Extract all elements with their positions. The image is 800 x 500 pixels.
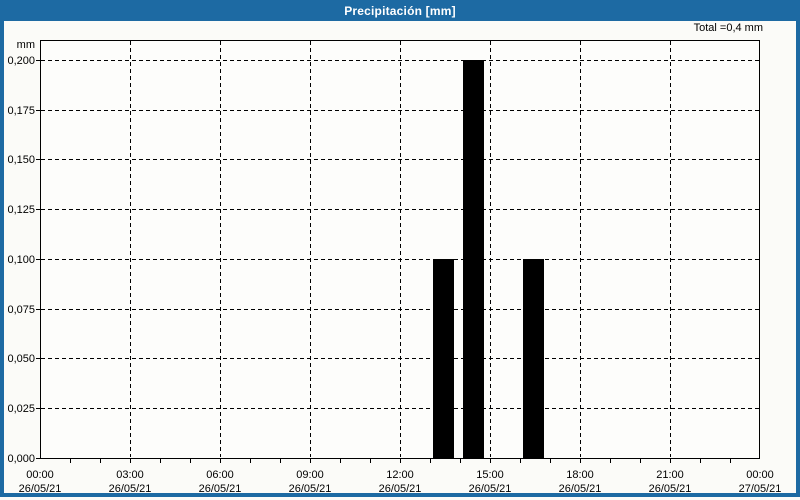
y-tick-label: 0,000: [7, 453, 35, 465]
y-tick-label: 0,175: [7, 105, 35, 117]
precipitation-chart-window: 0,000 0,025 0,050 0,075 0,100 0,125 0,150 0,175…: [0, 0, 800, 500]
titlebar: Precipitación [mm]: [0, 0, 800, 21]
x-tick-time-label: 09:00: [296, 469, 324, 481]
x-tick-time-label: 18:00: [566, 469, 594, 481]
chart-title: Precipitación [mm]: [344, 3, 456, 18]
x-tick-time-label: 21:00: [656, 469, 684, 481]
precipitation-bar: [463, 60, 484, 458]
y-tick-label: 0,025: [7, 403, 35, 415]
plot-background: [40, 40, 760, 458]
window-frame-left: [0, 21, 4, 497]
window-frame-right: [796, 21, 800, 497]
y-tick-label: 0,100: [7, 254, 35, 266]
total-label: Total =0,4 mm: [693, 22, 763, 34]
window-frame-bottom: [0, 493, 800, 497]
precipitation-bar: [523, 259, 544, 458]
x-tick-time-label: 00:00: [746, 469, 774, 481]
x-tick-time-label: 12:00: [386, 469, 414, 481]
x-tick-time-label: 03:00: [116, 469, 144, 481]
y-tick-label: 0,075: [7, 304, 35, 316]
y-tick-label: 0,200: [7, 55, 35, 67]
y-tick-label: 0,050: [7, 353, 35, 365]
y-tick-label: 0,150: [7, 154, 35, 166]
precipitation-bar: [433, 259, 454, 458]
y-tick-label: 0,125: [7, 204, 35, 216]
x-tick-time-label: 15:00: [476, 469, 504, 481]
precipitation-chart: 0,000 0,025 0,050 0,075 0,100 0,125 0,150 0,175…: [7, 40, 781, 495]
x-tick-time-label: 00:00: [26, 469, 54, 481]
y-axis-unit-label: mm: [16, 39, 35, 51]
x-tick-time-label: 06:00: [206, 469, 234, 481]
